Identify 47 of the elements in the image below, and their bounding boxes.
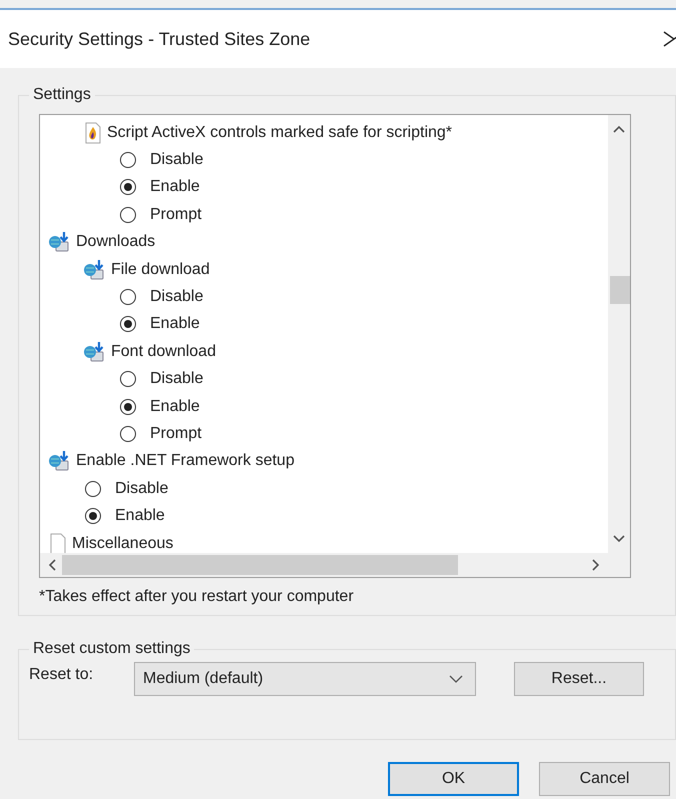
radio-button[interactable] xyxy=(120,179,136,196)
page-icon xyxy=(48,532,68,555)
option-label: Disable xyxy=(150,151,204,170)
level-dropdown[interactable]: Medium (default) xyxy=(134,662,476,696)
option-label: Enable xyxy=(150,398,200,416)
footnote: *Takes effect after you restart your computer xyxy=(39,588,355,606)
radio-button[interactable] xyxy=(120,289,136,306)
option-label: Prompt xyxy=(150,424,202,443)
script-icon xyxy=(83,122,103,144)
window-title: Security Settings - Trusted Sites Zone xyxy=(8,28,310,50)
radio-button[interactable] xyxy=(120,206,136,223)
scroll-thumb[interactable] xyxy=(610,276,630,304)
scroll-right-icon[interactable] xyxy=(592,559,600,571)
option-label: Disable xyxy=(150,370,204,388)
setting-label: Script ActiveX controls marked safe for scripting* xyxy=(107,124,452,142)
reset-to-label: Reset to: xyxy=(29,666,94,684)
setting-label: Enable .NET Framework setup xyxy=(76,452,294,470)
setting-label: Miscellaneous xyxy=(72,534,174,553)
dialog-button[interactable]: Cancel xyxy=(539,762,670,796)
option-label: Prompt xyxy=(150,206,202,224)
radio-button[interactable] xyxy=(120,398,136,415)
scroll-thumb[interactable] xyxy=(62,555,458,575)
radio-button[interactable] xyxy=(120,152,136,168)
group-title: Settings xyxy=(32,86,92,104)
option-label: Disable xyxy=(115,480,168,498)
option-label: Enable xyxy=(150,178,200,196)
setting-label: Font download xyxy=(111,342,216,361)
scroll-up-icon[interactable] xyxy=(613,125,625,133)
caret-icon xyxy=(449,675,463,683)
group-title: Reset custom settings xyxy=(32,640,192,658)
setting-label: File download xyxy=(111,260,210,279)
radio-button[interactable] xyxy=(120,371,136,388)
radio-button[interactable] xyxy=(85,480,101,497)
close-icon[interactable] xyxy=(662,31,676,47)
dialog-button[interactable]: OK xyxy=(388,762,519,796)
radio-button[interactable] xyxy=(85,508,101,524)
setting-label: Downloads xyxy=(76,233,156,252)
radio-button[interactable] xyxy=(120,426,136,442)
radio-button[interactable] xyxy=(120,316,136,332)
horizontal-scrollbar[interactable] xyxy=(40,553,608,577)
vertical-scrollbar[interactable] xyxy=(608,115,630,553)
option-label: Enable xyxy=(115,507,165,526)
option-label: Disable xyxy=(150,288,204,306)
scroll-left-icon[interactable] xyxy=(48,559,56,571)
option-label: Enable xyxy=(150,315,200,334)
scroll-down-icon[interactable] xyxy=(613,535,625,543)
reset-button[interactable]: Reset... xyxy=(514,662,644,696)
